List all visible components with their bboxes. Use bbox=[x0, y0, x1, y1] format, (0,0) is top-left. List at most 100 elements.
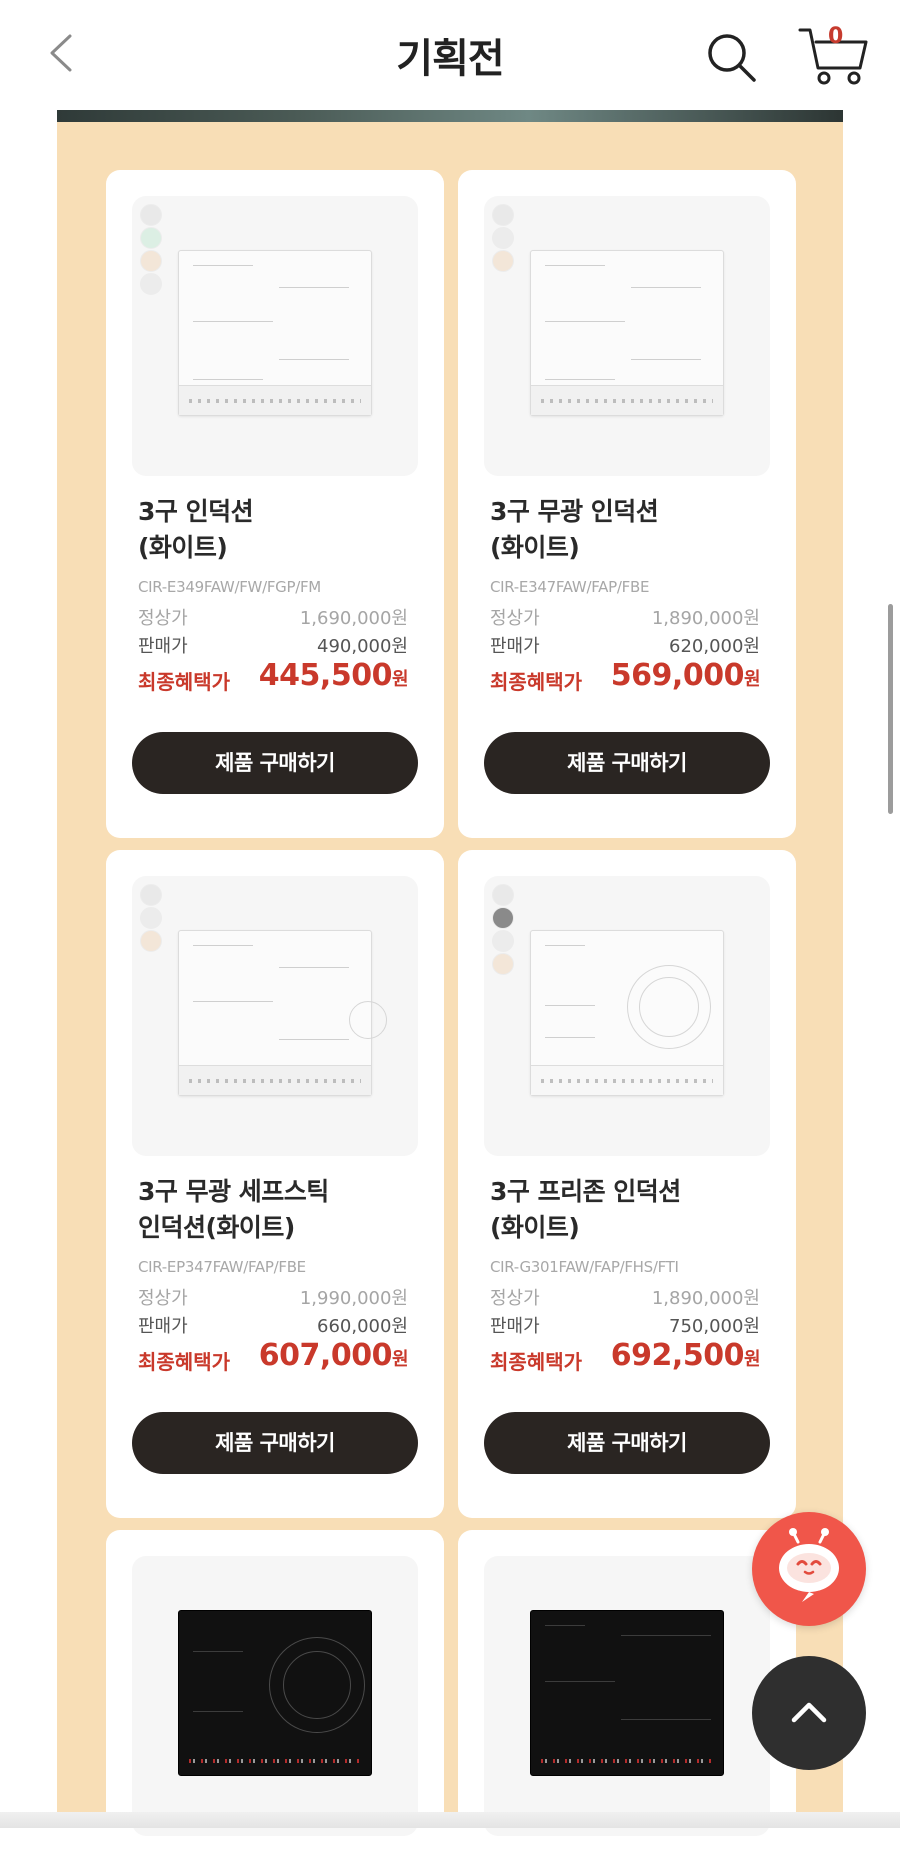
final-price-amount: 569,000 bbox=[610, 658, 745, 693]
product-name-line: 3구 프리존 인덕션 bbox=[490, 1177, 681, 1206]
product-image[interactable] bbox=[132, 196, 418, 476]
chevron-up-icon bbox=[791, 1702, 827, 1723]
color-swatch[interactable] bbox=[492, 204, 514, 226]
product-image[interactable] bbox=[132, 1556, 418, 1836]
final-price-amount: 445,500 bbox=[258, 658, 393, 693]
final-price-label: 최종혜택가 bbox=[138, 670, 230, 694]
buy-product-button[interactable]: 제품 구매하기 bbox=[484, 732, 770, 794]
induction-cooktop-image bbox=[178, 250, 372, 416]
promo-banner-edge bbox=[57, 110, 843, 122]
color-swatch[interactable] bbox=[492, 930, 514, 952]
color-swatch[interactable] bbox=[140, 884, 162, 906]
color-swatches bbox=[492, 884, 514, 976]
scrollbar[interactable] bbox=[888, 604, 893, 814]
induction-cooktop-image bbox=[530, 250, 724, 416]
regular-price-label: 정상가 bbox=[490, 608, 540, 629]
color-swatches bbox=[140, 204, 162, 296]
sale-price-label: 판매가 bbox=[138, 636, 188, 657]
color-swatches bbox=[492, 204, 514, 273]
product-image[interactable] bbox=[484, 196, 770, 476]
chatbot-robot-icon bbox=[779, 1528, 839, 1602]
induction-cooktop-image bbox=[178, 1610, 372, 1776]
regular-price: 1,690,000원 bbox=[299, 608, 408, 629]
color-swatch[interactable] bbox=[140, 930, 162, 952]
color-swatch[interactable] bbox=[492, 250, 514, 272]
scroll-to-top-button[interactable] bbox=[752, 1656, 866, 1770]
color-swatch[interactable] bbox=[140, 204, 162, 226]
final-price-unit: 원 bbox=[391, 1349, 409, 1370]
product-model: CIR-E349FAW/FW/FGP/FM bbox=[138, 578, 321, 596]
color-swatch[interactable] bbox=[140, 227, 162, 249]
product-card[interactable]: 3구 무광 인덕션 (화이트) CIR-E347FAW/FAP/FBE 정상가 … bbox=[458, 170, 796, 838]
final-price-unit: 원 bbox=[743, 1349, 761, 1370]
color-swatch[interactable] bbox=[492, 227, 514, 249]
product-image[interactable] bbox=[484, 1556, 770, 1836]
final-price-label: 최종혜택가 bbox=[490, 1350, 582, 1374]
buy-product-button[interactable]: 제품 구매하기 bbox=[132, 732, 418, 794]
chatbot-button[interactable] bbox=[752, 1512, 866, 1626]
product-card[interactable] bbox=[458, 1530, 796, 1850]
sale-price: 620,000원 bbox=[669, 636, 760, 657]
sale-price-label: 판매가 bbox=[490, 1316, 540, 1337]
product-name[interactable]: 3구 무광 세프스틱 인덕션(화이트) bbox=[138, 1174, 428, 1246]
product-name[interactable]: 3구 인덕션 (화이트) bbox=[138, 494, 428, 566]
product-name-line: 3구 인덕션 bbox=[138, 497, 254, 526]
product-name[interactable]: 3구 무광 인덕션 (화이트) bbox=[490, 494, 780, 566]
regular-price: 1,990,000원 bbox=[299, 1288, 408, 1309]
buy-product-button[interactable]: 제품 구매하기 bbox=[484, 1412, 770, 1474]
bottom-safe-area bbox=[0, 1812, 900, 1828]
final-price-amount: 607,000 bbox=[258, 1338, 393, 1373]
product-card[interactable]: 3구 프리존 인덕션 (화이트) CIR-G301FAW/FAP/FHS/FTI… bbox=[458, 850, 796, 1518]
final-price: 445,500원 bbox=[258, 658, 409, 693]
sale-price-label: 판매가 bbox=[490, 636, 540, 657]
final-price: 692,500원 bbox=[610, 1338, 761, 1373]
product-name-line: (화이트) bbox=[138, 533, 228, 562]
product-model: CIR-EP347FAW/FAP/FBE bbox=[138, 1258, 306, 1276]
product-name-line: 3구 무광 세프스틱 bbox=[138, 1177, 329, 1206]
final-price-unit: 원 bbox=[391, 669, 409, 690]
search-icon bbox=[708, 34, 756, 82]
final-price: 569,000원 bbox=[610, 658, 761, 693]
regular-price-label: 정상가 bbox=[138, 1288, 188, 1309]
induction-cooktop-image bbox=[178, 930, 387, 1096]
color-swatch[interactable] bbox=[492, 907, 514, 929]
product-card[interactable]: 3구 인덕션 (화이트) CIR-E349FAW/FW/FGP/FM 정상가 1… bbox=[106, 170, 444, 838]
top-app-bar: 기획전 0 bbox=[0, 0, 900, 110]
product-name[interactable]: 3구 프리존 인덕션 (화이트) bbox=[490, 1174, 780, 1246]
product-image[interactable] bbox=[484, 876, 770, 1156]
sale-price-label: 판매가 bbox=[138, 1316, 188, 1337]
page-title: 기획전 bbox=[396, 36, 504, 82]
final-price-label: 최종혜택가 bbox=[138, 1350, 230, 1374]
cart-count-badge: 0 bbox=[828, 24, 844, 49]
sale-price: 490,000원 bbox=[317, 636, 408, 657]
color-swatch[interactable] bbox=[140, 250, 162, 272]
search-button[interactable] bbox=[704, 30, 758, 84]
buy-product-button[interactable]: 제품 구매하기 bbox=[132, 1412, 418, 1474]
product-name-line: 인덕션(화이트) bbox=[138, 1213, 295, 1242]
color-swatch[interactable] bbox=[492, 953, 514, 975]
sale-price: 660,000원 bbox=[317, 1316, 408, 1337]
induction-cooktop-image bbox=[530, 1610, 724, 1776]
final-price-label: 최종혜택가 bbox=[490, 670, 582, 694]
product-name-line: (화이트) bbox=[490, 533, 580, 562]
regular-price: 1,890,000원 bbox=[651, 608, 760, 629]
regular-price-label: 정상가 bbox=[138, 608, 188, 629]
color-swatch[interactable] bbox=[140, 273, 162, 295]
regular-price-label: 정상가 bbox=[490, 1288, 540, 1309]
product-name-line: 3구 무광 인덕션 bbox=[490, 497, 659, 526]
color-swatches bbox=[140, 884, 162, 953]
induction-cooktop-image bbox=[530, 930, 724, 1096]
regular-price: 1,890,000원 bbox=[651, 1288, 760, 1309]
sale-price: 750,000원 bbox=[669, 1316, 760, 1337]
color-swatch[interactable] bbox=[492, 884, 514, 906]
product-card[interactable]: 3구 무광 세프스틱 인덕션(화이트) CIR-EP347FAW/FAP/FBE… bbox=[106, 850, 444, 1518]
final-price-amount: 692,500 bbox=[610, 1338, 745, 1373]
color-swatch[interactable] bbox=[140, 907, 162, 929]
final-price-unit: 원 bbox=[743, 669, 761, 690]
product-card[interactable] bbox=[106, 1530, 444, 1850]
final-price: 607,000원 bbox=[258, 1338, 409, 1373]
product-model: CIR-E347FAW/FAP/FBE bbox=[490, 578, 650, 596]
product-model: CIR-G301FAW/FAP/FHS/FTI bbox=[490, 1258, 679, 1276]
product-name-line: (화이트) bbox=[490, 1213, 580, 1242]
product-image[interactable] bbox=[132, 876, 418, 1156]
